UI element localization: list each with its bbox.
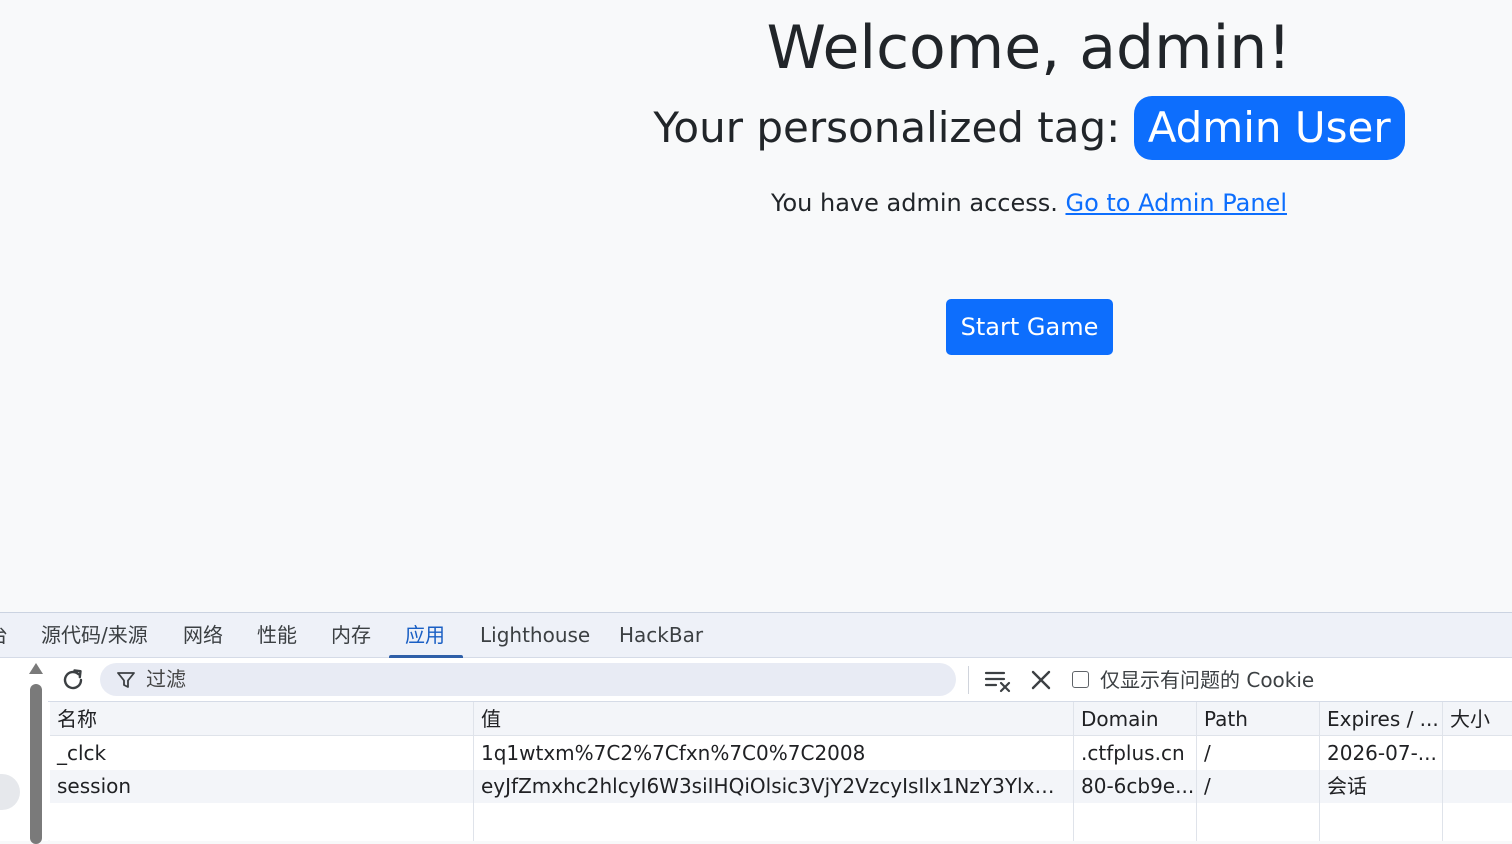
welcome-heading: Welcome, admin! (766, 13, 1292, 83)
tag-prefix: Your personalized tag: (653, 103, 1134, 152)
column-header-size[interactable]: 大小 (1443, 702, 1512, 736)
sidebar-selected-item[interactable] (0, 774, 20, 810)
filter-placeholder: 过滤 (146, 667, 186, 691)
cookie-expires: 会话 (1327, 774, 1367, 798)
column-header-path[interactable]: Path (1197, 702, 1319, 736)
issues-only-label[interactable]: 仅显示有问题的 Cookie (1100, 658, 1314, 702)
sidebar-edge (0, 658, 48, 844)
cookie-value: 1q1wtxm%7C2%7Cfxn%7C0%7C2008 (481, 741, 866, 765)
table-row[interactable]: _clck 1q1wtxm%7C2%7Cfxn%7C0%7C2008 .ctfp… (50, 737, 1512, 770)
admin-panel-link[interactable]: Go to Admin Panel (1065, 189, 1287, 217)
cookie-expires: 2026-07-... (1327, 741, 1437, 765)
tab-console[interactable]: 台 (0, 613, 8, 657)
cookie-path: / (1204, 774, 1211, 798)
cookie-size (1443, 737, 1512, 770)
cookie-domain: .ctfplus.cn (1081, 741, 1185, 765)
clear-all-icon[interactable] (984, 667, 1012, 693)
cookie-domain: 80-6cb9e... (1081, 774, 1195, 798)
column-header-domain[interactable]: Domain (1074, 702, 1196, 736)
web-page: Welcome, admin! Your personalized tag: A… (0, 0, 1512, 612)
cookie-path: / (1204, 741, 1211, 765)
cookie-name: session (57, 774, 132, 798)
tag-badge: Admin User (1133, 96, 1405, 160)
cookie-size (1443, 770, 1512, 803)
devtools-panel: 台 源代码/来源 网络 性能 内存 应用 Lighthouse HackBar … (0, 612, 1512, 844)
tab-application[interactable]: 应用 (389, 613, 463, 658)
issues-only-checkbox[interactable] (1072, 671, 1089, 688)
column-header-value[interactable]: 值 (474, 702, 1073, 736)
column-divider[interactable] (1196, 702, 1197, 841)
close-icon[interactable] (1030, 669, 1052, 691)
column-divider[interactable] (1319, 702, 1320, 841)
admin-access-line: You have admin access. Go to Admin Panel (546, 186, 1512, 220)
column-divider[interactable] (473, 702, 474, 841)
access-text: You have admin access. (771, 189, 1066, 217)
column-header-expires[interactable]: Expires / ... (1320, 702, 1442, 736)
table-header: 名称 值 Domain Path Expires / ... 大小 (50, 702, 1512, 736)
table-row[interactable]: session eyJfZmxhc2hlcyI6W3siIHQiOlsic3Vj… (50, 770, 1512, 803)
cookie-name: _clck (57, 741, 107, 765)
personalized-tag-line: Your personalized tag: Admin User (546, 96, 1512, 160)
tab-performance[interactable]: 性能 (257, 613, 297, 657)
tab-sources[interactable]: 源代码/来源 (41, 613, 148, 657)
devtools-tab-bar: 台 源代码/来源 网络 性能 内存 应用 Lighthouse HackBar (0, 613, 1512, 658)
column-divider[interactable] (1073, 702, 1074, 841)
tab-hackbar[interactable]: HackBar (619, 613, 703, 657)
cookie-toolbar: 过滤 仅显示有问题的 Cookie (48, 658, 1512, 702)
toolbar-divider (968, 666, 969, 694)
cookie-value: eyJfZmxhc2hlcyI6W3siIHQiOlsic3VjY2VzcyIs… (481, 774, 1073, 798)
tab-memory[interactable]: 内存 (331, 613, 371, 657)
start-game-button[interactable]: Start Game (946, 299, 1113, 355)
scroll-up-arrow-icon[interactable] (29, 663, 43, 674)
tab-lighthouse[interactable]: Lighthouse (480, 613, 590, 657)
cookie-table: 名称 值 Domain Path Expires / ... 大小 _clck … (50, 702, 1512, 841)
column-divider[interactable] (1442, 702, 1443, 841)
filter-input[interactable]: 过滤 (100, 663, 956, 696)
column-header-name[interactable]: 名称 (50, 702, 473, 736)
filter-icon (117, 672, 135, 688)
tab-network[interactable]: 网络 (183, 613, 223, 657)
refresh-icon[interactable] (60, 667, 86, 693)
scrollbar-thumb[interactable] (30, 684, 42, 844)
